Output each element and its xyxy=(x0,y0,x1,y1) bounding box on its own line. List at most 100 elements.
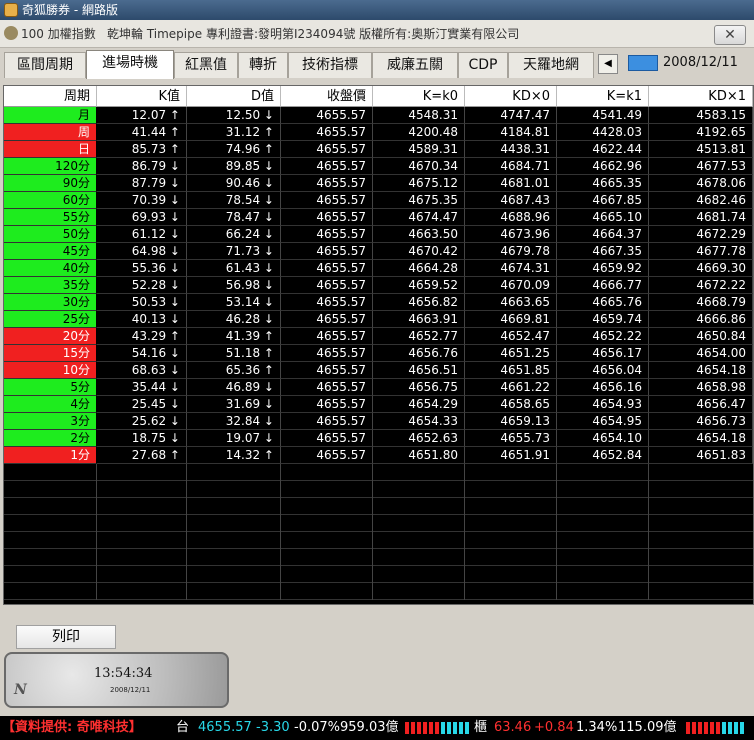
hdr-k-eq-k0: K=k0 xyxy=(373,86,465,107)
window-title: 奇狐勝券 - 網路版 xyxy=(22,3,118,17)
hdr-period: 周期 xyxy=(4,86,97,107)
table-cell: 4655.57 xyxy=(281,447,373,464)
tab-red-black[interactable]: 紅黑值 xyxy=(174,52,238,78)
table-cell: 4652.47 xyxy=(465,328,557,345)
table-cell: 4655.57 xyxy=(281,260,373,277)
period-cell[interactable]: 35分 xyxy=(4,277,97,294)
volume-bar xyxy=(447,722,451,734)
volume-bar xyxy=(453,722,457,734)
table-cell: 4652.77 xyxy=(373,328,465,345)
table-cell: 4655.57 xyxy=(281,396,373,413)
period-cell[interactable]: 4分 xyxy=(4,396,97,413)
table-cell: 4663.91 xyxy=(373,311,465,328)
table-cell: 70.39 ↓ xyxy=(97,192,187,209)
table-cell: 4662.96 xyxy=(557,158,649,175)
tab-cdp[interactable]: CDP xyxy=(458,52,508,78)
period-cell[interactable]: 日 xyxy=(4,141,97,158)
period-cell[interactable]: 120分 xyxy=(4,158,97,175)
table-cell: 4677.78 xyxy=(649,243,753,260)
table-cell: 43.29 ↑ xyxy=(97,328,187,345)
otc-volume-bars xyxy=(686,722,748,734)
volume-bar xyxy=(441,722,445,734)
period-cell[interactable]: 10分 xyxy=(4,362,97,379)
volume-bar xyxy=(459,722,463,734)
period-cell[interactable]: 15分 xyxy=(4,345,97,362)
table-cell: 4674.47 xyxy=(373,209,465,226)
table-cell: 4666.77 xyxy=(557,277,649,294)
empty-row xyxy=(4,583,753,600)
otc-change: +0.84 xyxy=(534,720,574,735)
period-cell[interactable]: 30分 xyxy=(4,294,97,311)
table-cell: 4651.91 xyxy=(465,447,557,464)
table-cell: 4622.44 xyxy=(557,141,649,158)
period-cell[interactable]: 50分 xyxy=(4,226,97,243)
volume-bar xyxy=(716,722,720,734)
table-cell: 4672.29 xyxy=(649,226,753,243)
period-cell[interactable]: 2分 xyxy=(4,430,97,447)
period-cell[interactable]: 20分 xyxy=(4,328,97,345)
table-cell: 66.24 ↓ xyxy=(187,226,281,243)
table-cell: 4654.18 xyxy=(649,362,753,379)
period-cell[interactable]: 3分 xyxy=(4,413,97,430)
period-cell[interactable]: 90分 xyxy=(4,175,97,192)
period-cell[interactable]: 40分 xyxy=(4,260,97,277)
empty-row xyxy=(4,549,753,566)
period-cell[interactable]: 25分 xyxy=(4,311,97,328)
tab-entry-timing[interactable]: 進場時機 xyxy=(86,50,174,79)
window-title-bar: 奇狐勝券 - 網路版 xyxy=(0,0,754,20)
table-cell: 4655.57 xyxy=(281,328,373,345)
tab-scroll-left-icon[interactable]: ◀ xyxy=(598,54,618,74)
volume-bar xyxy=(698,722,702,734)
table-cell: 4655.73 xyxy=(465,430,557,447)
copyright-text: 乾坤輪 Timepipe 專利證書:發明第I234094號 版權所有:奧斯汀實業… xyxy=(107,27,520,41)
table-cell: 40.13 ↓ xyxy=(97,311,187,328)
table-cell: 4656.16 xyxy=(557,379,649,396)
table-cell: 4747.47 xyxy=(465,107,557,124)
period-cell[interactable]: 45分 xyxy=(4,243,97,260)
tab-interval-period[interactable]: 區間周期 xyxy=(4,52,86,78)
table-cell: 61.43 ↓ xyxy=(187,260,281,277)
table-cell: 4668.79 xyxy=(649,294,753,311)
period-cell[interactable]: 月 xyxy=(4,107,97,124)
period-cell[interactable]: 1分 xyxy=(4,447,97,464)
table-cell: 4670.09 xyxy=(465,277,557,294)
period-cell[interactable]: 周 xyxy=(4,124,97,141)
close-button[interactable]: ✕ xyxy=(714,25,746,45)
table-cell: 61.12 ↓ xyxy=(97,226,187,243)
column-divider xyxy=(186,464,187,600)
table-cell: 4583.15 xyxy=(649,107,753,124)
period-cell[interactable]: 55分 xyxy=(4,209,97,226)
period-cell[interactable]: 5分 xyxy=(4,379,97,396)
table-cell: 4651.80 xyxy=(373,447,465,464)
table-cell: 4655.57 xyxy=(281,243,373,260)
table-cell: 4659.52 xyxy=(373,277,465,294)
table-cell: 4200.48 xyxy=(373,124,465,141)
table-cell: 69.93 ↓ xyxy=(97,209,187,226)
period-cell[interactable]: 60分 xyxy=(4,192,97,209)
table-cell: 4655.57 xyxy=(281,345,373,362)
table-cell: 4654.93 xyxy=(557,396,649,413)
table-cell: 56.98 ↓ xyxy=(187,277,281,294)
table-cell: 85.73 ↑ xyxy=(97,141,187,158)
print-button[interactable]: 列印 xyxy=(16,625,116,649)
tai-label: 台 xyxy=(176,720,190,735)
table-cell: 4655.57 xyxy=(281,209,373,226)
tab-turning[interactable]: 轉折 xyxy=(238,52,288,78)
tab-scroll-slider[interactable] xyxy=(628,55,658,71)
tab-william[interactable]: 威廉五關 xyxy=(372,52,458,78)
info-bar: 100 加權指數 乾坤輪 Timepipe 專利證書:發明第I234094號 版… xyxy=(0,20,754,48)
table-cell: 78.47 ↓ xyxy=(187,209,281,226)
table-cell: 4655.57 xyxy=(281,362,373,379)
table-cell: 4688.96 xyxy=(465,209,557,226)
table-cell: 64.98 ↓ xyxy=(97,243,187,260)
table-cell: 4655.57 xyxy=(281,311,373,328)
tab-technical[interactable]: 技術指標 xyxy=(288,52,372,78)
table-cell: 25.45 ↓ xyxy=(97,396,187,413)
table-cell: 4655.57 xyxy=(281,277,373,294)
tab-tianluo[interactable]: 天羅地網 xyxy=(508,52,594,78)
table-cell: 4655.57 xyxy=(281,107,373,124)
table-cell: 4667.35 xyxy=(557,243,649,260)
table-cell: 4665.35 xyxy=(557,175,649,192)
otc-volume: 115.09億 xyxy=(618,720,677,735)
volume-bar xyxy=(417,722,421,734)
